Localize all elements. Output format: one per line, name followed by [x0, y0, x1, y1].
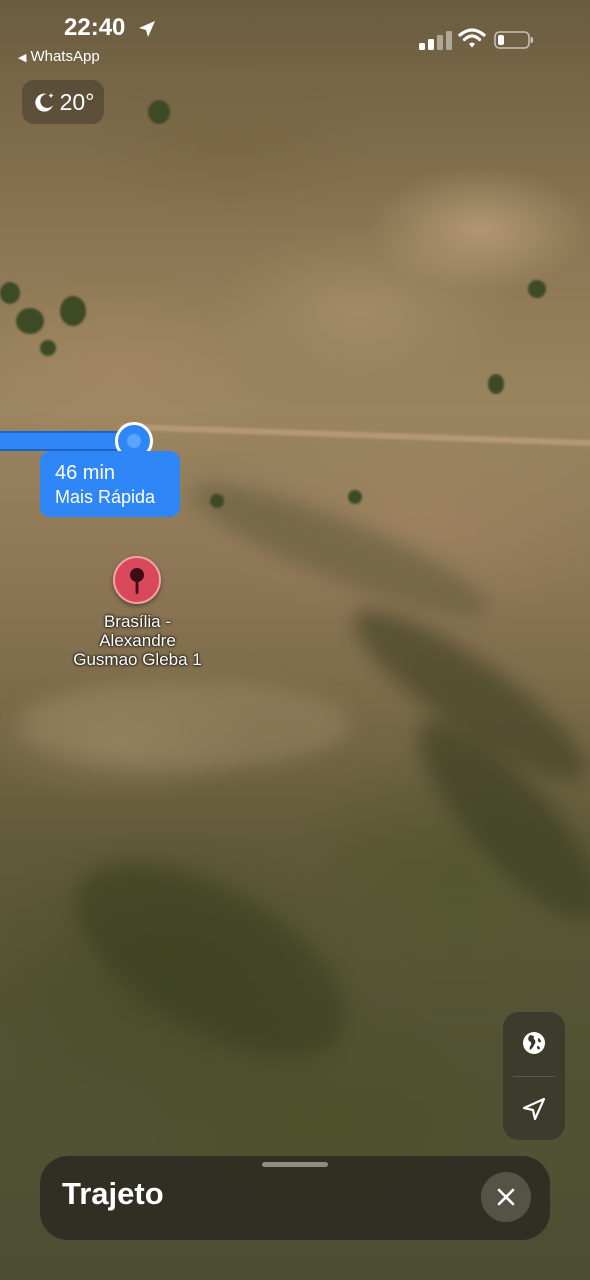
tree: [488, 374, 504, 394]
tree: [210, 494, 224, 508]
status-time: 22:40: [64, 14, 126, 41]
tree: [16, 308, 44, 334]
current-location-button[interactable]: [503, 1078, 565, 1140]
back-to-app-link[interactable]: ◀ WhatsApp: [18, 48, 100, 65]
pin-icon: [130, 568, 144, 594]
close-icon: [497, 1188, 515, 1206]
tree: [148, 100, 170, 124]
back-app-label: WhatsApp: [30, 48, 100, 65]
ridge-shadow: [180, 462, 500, 638]
signal-icon: [419, 31, 452, 50]
route-type: Mais Rápida: [55, 487, 156, 507]
destination-label-line: Alexandre: [99, 631, 176, 650]
wifi-icon: [458, 28, 486, 48]
back-triangle-icon: ◀: [18, 52, 27, 64]
destination-label-line: Gusmao Gleba 1: [73, 650, 202, 669]
destination-label[interactable]: Brasília - Alexandre Gusmao Gleba 1: [50, 612, 225, 669]
dirt-road: [120, 423, 590, 447]
map-mode-button[interactable]: [503, 1012, 565, 1074]
map-controls: [503, 1012, 565, 1140]
globe-icon: [523, 1032, 545, 1054]
close-button[interactable]: [481, 1172, 531, 1222]
route-callout[interactable]: 46 min Mais Rápida: [40, 451, 180, 517]
moon-stars-icon: [34, 93, 54, 112]
tree: [528, 280, 546, 298]
destination-label-line: Brasília -: [103, 612, 172, 631]
sheet-grabber[interactable]: [262, 1162, 328, 1167]
route-duration: 46 min: [55, 462, 116, 484]
clearing: [20, 680, 350, 770]
tree: [0, 282, 20, 304]
controls-divider: [513, 1076, 555, 1077]
location-arrow-icon: [139, 21, 155, 37]
battery-icon: [494, 31, 533, 49]
maps-screen: 22:40 ◀WhatsApp 20° 46 min Mais Rápida: [0, 0, 590, 1280]
destination-pin[interactable]: [113, 556, 161, 604]
sheet-title: Trajeto: [62, 1176, 164, 1211]
tree: [60, 296, 86, 326]
location-arrow-icon: [522, 1097, 546, 1121]
tree: [40, 340, 56, 356]
weather-chip[interactable]: 20°: [22, 80, 104, 124]
tree: [348, 490, 362, 504]
weather-temperature: 20°: [59, 88, 95, 115]
ridge-shadow: [45, 824, 375, 1096]
